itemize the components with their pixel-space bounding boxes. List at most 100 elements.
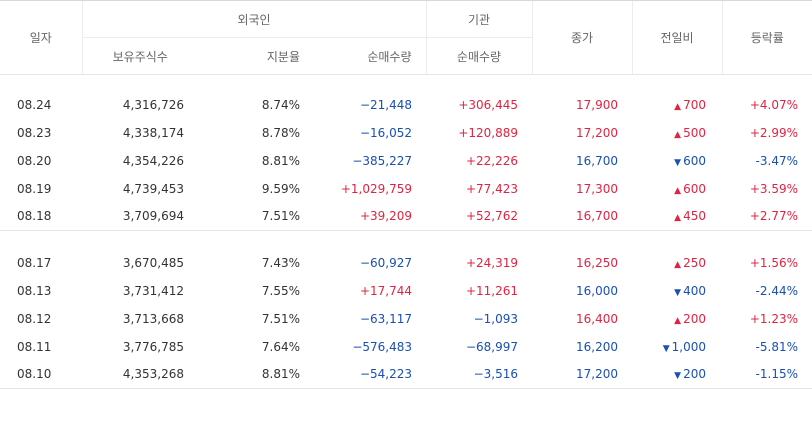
cell-close: 16,400 (576, 311, 618, 326)
header-rate: 등락률 (721, 0, 812, 75)
change-value: 700 (683, 97, 706, 112)
triangle-down-icon: ▼ (674, 287, 682, 298)
cell-holdings: 4,354,226 (122, 153, 184, 168)
table-row: 08.10 4,353,268 8.81% −54,223 −3,516 17,200 ▼ 2… (0, 360, 812, 389)
cell-close: 16,700 (576, 153, 618, 168)
cell-inst-net: +22,226 (465, 153, 518, 168)
cell-change: ▼ 200 (632, 360, 722, 389)
triangle-up-icon: ▲ (674, 315, 682, 326)
cell-holdings: 3,776,785 (122, 339, 184, 354)
table-row: 08.12 3,713,668 7.51% −63,117 −1,093 16,400 ▲ 2… (0, 305, 812, 333)
cell-ratio: 7.43% (261, 255, 300, 270)
cell-foreign-net: +17,744 (359, 283, 412, 298)
header-foreign-net: 순매수량 (314, 37, 426, 75)
cell-change: ▲ 700 (632, 91, 722, 119)
cell-date: 08.19 (17, 181, 52, 196)
cell-ratio: 8.78% (261, 125, 300, 140)
triangle-up-icon: ▲ (674, 101, 682, 112)
cell-ratio: 7.51% (261, 311, 300, 326)
cell-holdings: 3,709,694 (122, 209, 184, 224)
investor-trading-table: 일자 외국인 기관 종가 전일비 등락률 보유주식수 지분율 순매수량 순매수량… (0, 0, 812, 389)
cell-holdings: 3,713,668 (122, 311, 184, 326)
cell-close: 16,700 (576, 209, 618, 224)
table-row: 08.23 4,338,174 8.78% −16,052 +120,889 17,200… (0, 119, 812, 147)
cell-close: 16,250 (576, 255, 618, 270)
cell-inst-net: +77,423 (465, 181, 518, 196)
group-spacer-cell (0, 75, 812, 91)
cell-rate: +2.99% (749, 125, 798, 140)
cell-foreign-net: +39,209 (359, 209, 412, 224)
triangle-down-icon: ▼ (674, 157, 682, 168)
cell-inst-net: +11,261 (465, 283, 518, 298)
header-foreign: 외국인 (81, 0, 426, 38)
group-spacer (0, 230, 812, 249)
cell-inst-net: −1,093 (473, 311, 518, 326)
cell-change: ▼ 400 (632, 277, 722, 305)
change-value: 500 (683, 125, 706, 140)
cell-inst-net: +52,762 (465, 209, 518, 224)
cell-rate: +1.23% (749, 311, 798, 326)
change-value: 200 (683, 311, 706, 326)
cell-change: ▼ 1,000 (632, 333, 722, 361)
cell-foreign-net: −60,927 (359, 255, 412, 270)
cell-rate: +1.56% (749, 255, 798, 270)
header-ratio: 지분율 (198, 37, 314, 75)
cell-rate: +3.59% (749, 181, 798, 196)
cell-rate: -2.44% (755, 283, 798, 298)
cell-foreign-net: −54,223 (314, 360, 426, 389)
cell-rate: +2.77% (749, 209, 798, 224)
cell-close: 17,300 (576, 181, 618, 196)
change-value: 250 (683, 255, 706, 270)
table-row: 08.17 3,670,485 7.43% −60,927 +24,319 16,250 ▲… (0, 249, 812, 277)
cell-rate: -1.15% (722, 360, 812, 389)
cell-inst-net: +24,319 (465, 255, 518, 270)
triangle-up-icon: ▲ (674, 213, 682, 224)
cell-change: ▲ 500 (632, 119, 722, 147)
cell-holdings: 4,316,726 (122, 97, 184, 112)
table-row: 08.19 4,739,453 9.59% +1,029,759 +77,423 17,3… (0, 175, 812, 203)
cell-holdings: 3,670,485 (122, 255, 184, 270)
cell-rate: -5.81% (755, 339, 798, 354)
cell-date: 08.24 (17, 97, 52, 112)
cell-inst-net: −68,997 (465, 339, 518, 354)
cell-foreign-net: −21,448 (359, 97, 412, 112)
header-close: 종가 (531, 0, 632, 75)
change-value: 1,000 (671, 339, 706, 354)
table-row: 08.18 3,709,694 7.51% +39,209 +52,762 16,700 ▲… (0, 203, 812, 231)
cell-change: ▲ 600 (632, 175, 722, 203)
cell-ratio: 9.59% (261, 181, 300, 196)
cell-date: 08.17 (17, 255, 52, 270)
cell-foreign-net: −385,227 (352, 153, 412, 168)
cell-holdings: 4,739,453 (122, 181, 184, 196)
cell-change: ▲ 250 (632, 249, 722, 277)
cell-date: 08.13 (17, 283, 52, 298)
cell-inst-net: +120,889 (458, 125, 518, 140)
cell-date: 08.20 (17, 153, 52, 168)
triangle-down-icon: ▼ (662, 343, 670, 354)
cell-date: 08.10 (0, 360, 82, 389)
header-change: 전일비 (631, 0, 722, 75)
cell-date: 08.23 (17, 125, 52, 140)
change-value: 450 (683, 209, 706, 224)
change-value: 600 (683, 153, 706, 168)
cell-close: 16,000 (576, 283, 618, 298)
change-value: 600 (683, 181, 706, 196)
cell-close: 17,900 (576, 97, 618, 112)
cell-foreign-net: −16,052 (359, 125, 412, 140)
cell-date: 08.12 (17, 311, 52, 326)
triangle-up-icon: ▲ (674, 185, 682, 196)
cell-rate: -3.47% (755, 153, 798, 168)
cell-holdings: 3,731,412 (122, 283, 184, 298)
cell-ratio: 8.81% (198, 360, 314, 389)
table-row: 08.24 4,316,726 8.74% −21,448 +306,445 17,900… (0, 91, 812, 119)
cell-ratio: 7.64% (261, 339, 300, 354)
cell-foreign-net: +1,029,759 (340, 181, 412, 196)
table-row: 08.20 4,354,226 8.81% −385,227 +22,226 16,700… (0, 147, 812, 175)
table-row: 08.11 3,776,785 7.64% −576,483 −68,997 16,200… (0, 333, 812, 361)
table-body: 08.24 4,316,726 8.74% −21,448 +306,445 17,900… (0, 75, 812, 389)
group-spacer-cell (0, 230, 812, 249)
cell-foreign-net: −576,483 (352, 339, 412, 354)
cell-close: 16,200 (576, 339, 618, 354)
triangle-up-icon: ▲ (674, 259, 682, 270)
cell-ratio: 7.55% (261, 283, 300, 298)
